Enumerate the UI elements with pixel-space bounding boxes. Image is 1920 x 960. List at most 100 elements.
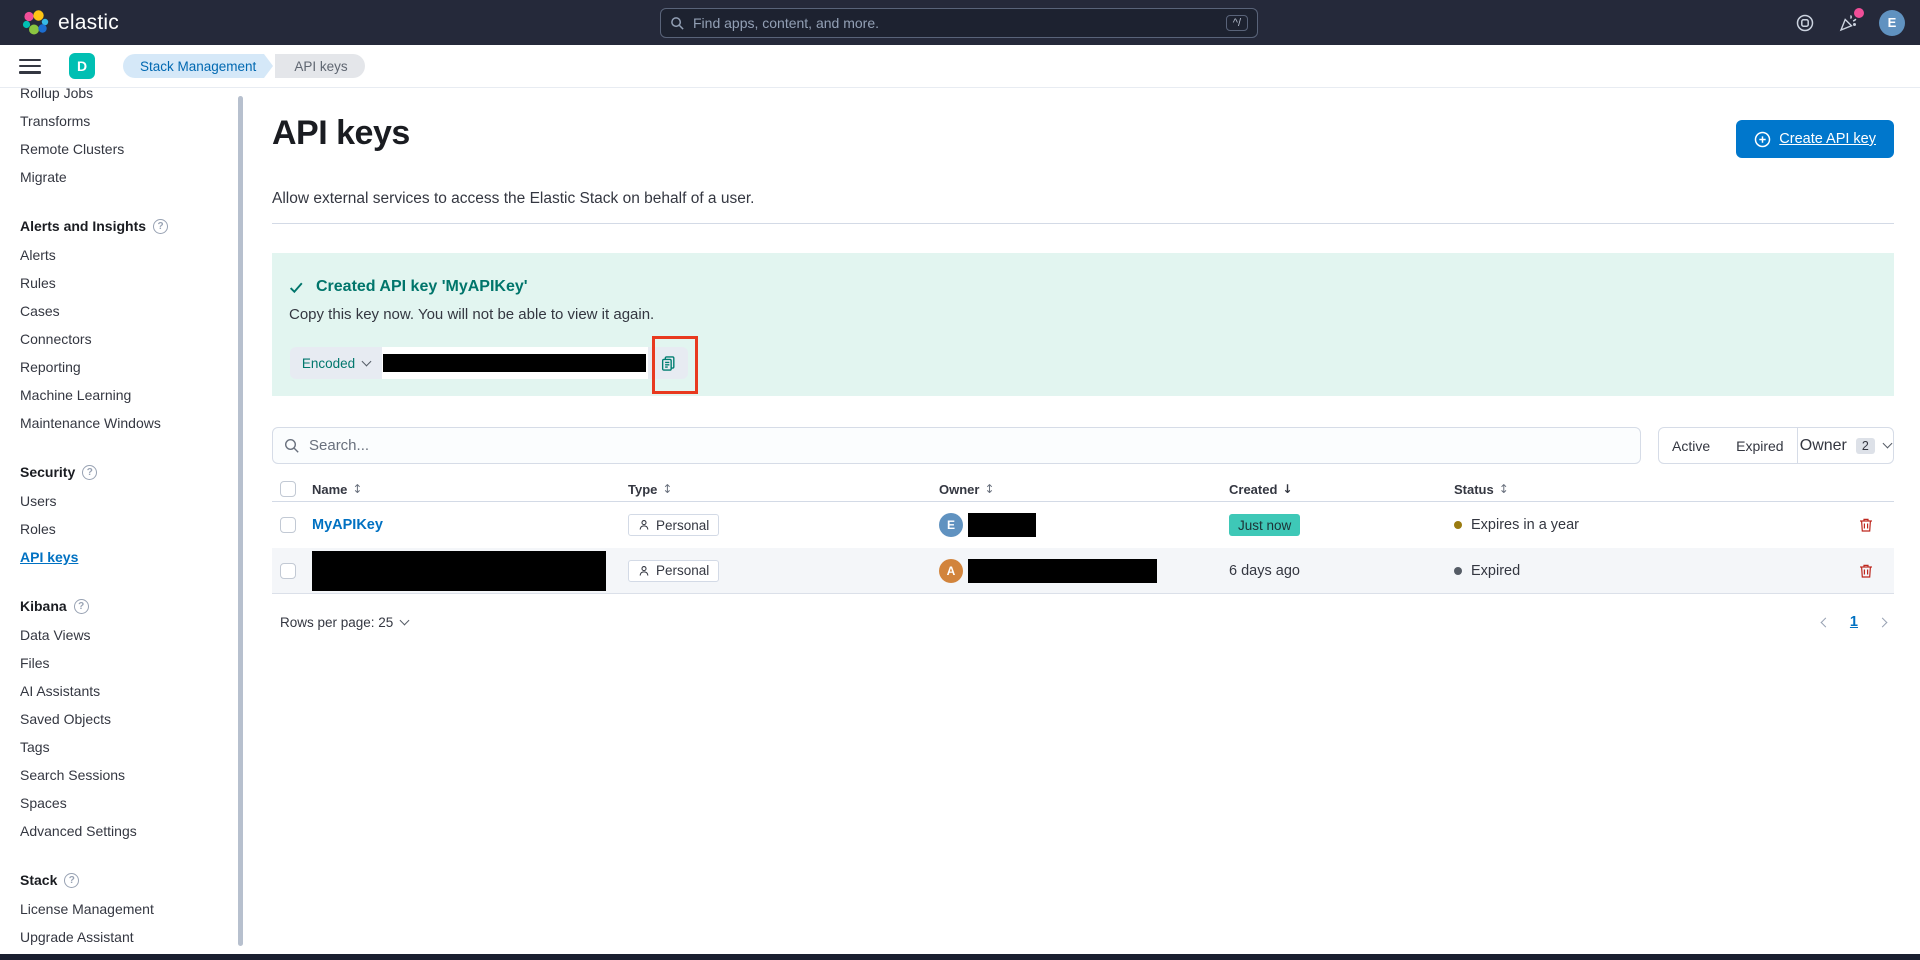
table-row: Personal A 6 days ago Expired (272, 548, 1894, 594)
sidebar-scrollbar[interactable] (238, 96, 243, 946)
row-checkbox[interactable] (280, 563, 296, 579)
sidebar-item-machine-learning[interactable]: Machine Learning (20, 381, 131, 409)
sidebar-item-api-keys[interactable]: API keys (20, 543, 78, 571)
sidebar-item-upgrade-assistant[interactable]: Upgrade Assistant (20, 923, 134, 951)
help-circle-icon: ? (64, 873, 79, 888)
sidebar-item-cases[interactable]: Cases (20, 297, 60, 325)
redacted-owner-name (968, 513, 1036, 537)
page-title: API keys (272, 114, 410, 153)
sidebar-item-rules[interactable]: Rules (20, 269, 56, 297)
page-number[interactable]: 1 (1850, 614, 1858, 630)
delete-key-button[interactable] (1852, 557, 1880, 585)
owner-cell: A (939, 559, 1229, 583)
next-page-button[interactable] (1878, 616, 1890, 628)
sidebar-heading-security: Security ? (20, 457, 245, 487)
user-avatar[interactable]: E (1879, 10, 1905, 36)
status-dot-expired (1454, 567, 1462, 575)
sidebar-item-connectors[interactable]: Connectors (20, 325, 92, 353)
sidebar-item-advanced-settings[interactable]: Advanced Settings (20, 817, 137, 845)
filter-owner-button[interactable]: Owner 2 (1798, 428, 1893, 463)
created-text: 6 days ago (1229, 563, 1454, 579)
sidebar-item-saved-objects[interactable]: Saved Objects (20, 705, 111, 733)
sidebar-item-rollup-jobs[interactable]: Rollup Jobs (20, 88, 93, 107)
search-icon (670, 16, 685, 31)
section-divider (272, 223, 1894, 224)
previous-page-button[interactable] (1818, 616, 1830, 628)
table-search-input[interactable]: Search... (272, 427, 1641, 464)
sidebar-item-roles[interactable]: Roles (20, 515, 56, 543)
newsfeed-icon[interactable] (1836, 11, 1860, 35)
copy-key-button[interactable] (648, 347, 688, 379)
sidebar-item-ai-assistants[interactable]: AI Assistants (20, 677, 100, 705)
person-icon (638, 565, 650, 577)
global-search-input[interactable]: Find apps, content, and more. ^/ (660, 8, 1258, 38)
sort-icon: ↕ (984, 482, 994, 496)
redacted-api-key (383, 354, 646, 372)
plus-circle-icon (1754, 131, 1771, 148)
sidebar-nav: Rollup Jobs Transforms Remote Clusters M… (0, 88, 245, 954)
elastic-logo[interactable]: elastic (21, 9, 119, 37)
row-checkbox[interactable] (280, 517, 296, 533)
owner-cell: E (939, 513, 1229, 537)
keyboard-shortcut-hint: ^/ (1226, 15, 1248, 31)
column-header-status[interactable]: Status↕ (1454, 482, 1846, 497)
owner-count-badge: 2 (1856, 438, 1875, 454)
sort-icon: ↕ (1499, 482, 1509, 496)
sidebar-item-data-views[interactable]: Data Views (20, 621, 91, 649)
space-badge[interactable]: D (69, 53, 95, 79)
page-subtitle: Allow external services to access the El… (272, 190, 1894, 208)
copy-icon (660, 355, 677, 372)
sidebar-item-reporting[interactable]: Reporting (20, 353, 81, 381)
api-key-value-field[interactable] (382, 347, 648, 379)
sidebar-item-tags[interactable]: Tags (20, 733, 50, 761)
sidebar-item-license-management[interactable]: License Management (20, 895, 154, 923)
bottom-edge-bar (0, 954, 1920, 960)
type-badge: Personal (628, 514, 719, 536)
breadcrumb-stack-management[interactable]: Stack Management (123, 54, 264, 78)
elastic-logo-icon (21, 9, 49, 37)
table-search-placeholder: Search... (309, 437, 369, 454)
menu-toggle-button[interactable] (19, 59, 41, 74)
breadcrumb-api-keys: API keys (275, 54, 364, 78)
sidebar-heading-kibana: Kibana ? (20, 591, 245, 621)
chevron-down-icon (400, 615, 410, 625)
filter-active-button[interactable]: Active (1659, 428, 1723, 463)
column-header-created[interactable]: Created↓ (1229, 482, 1454, 497)
sidebar-heading-stack: Stack ? (20, 865, 245, 895)
sidebar-item-users[interactable]: Users (20, 487, 57, 515)
delete-key-button[interactable] (1852, 511, 1880, 539)
filter-expired-button[interactable]: Expired (1723, 428, 1796, 463)
pagination-bar: Rows per page: 25 1 (272, 614, 1894, 630)
redacted-owner-name (968, 559, 1157, 583)
sidebar-item-alerts[interactable]: Alerts (20, 241, 56, 269)
column-header-type[interactable]: Type↕ (628, 482, 939, 497)
sidebar-item-remote-clusters[interactable]: Remote Clusters (20, 135, 124, 163)
sidebar-item-transforms[interactable]: Transforms (20, 107, 90, 135)
select-all-checkbox[interactable] (280, 481, 296, 497)
sidebar-item-maintenance-windows[interactable]: Maintenance Windows (20, 409, 161, 437)
logo-wordmark: elastic (58, 11, 119, 35)
help-circle-icon: ? (74, 599, 89, 614)
status-dot-warning (1454, 521, 1462, 529)
callout-title-text: Created API key 'MyAPIKey' (316, 278, 528, 296)
sidebar-item-search-sessions[interactable]: Search Sessions (20, 761, 125, 789)
sidebar-item-spaces[interactable]: Spaces (20, 789, 67, 817)
sort-icon: ↕ (662, 482, 672, 496)
create-api-key-button[interactable]: Create API key (1736, 120, 1894, 158)
sidebar-item-migrate[interactable]: Migrate (20, 163, 67, 191)
pager: 1 (1818, 614, 1894, 630)
api-key-control: Encoded (290, 347, 688, 379)
api-key-name-link[interactable]: MyAPIKey (312, 517, 383, 533)
column-header-name[interactable]: Name↕ (312, 482, 628, 497)
sidebar-item-files[interactable]: Files (20, 649, 50, 677)
filter-group: Active Expired Owner 2 (1658, 427, 1894, 464)
breadcrumb: Stack Management API keys (123, 54, 365, 78)
help-circle-icon: ? (82, 465, 97, 480)
column-header-owner[interactable]: Owner↕ (939, 482, 1229, 497)
rows-per-page-selector[interactable]: Rows per page: 25 (280, 615, 408, 630)
main-content: API keys Create API key Allow external s… (245, 88, 1920, 954)
key-format-dropdown[interactable]: Encoded (290, 347, 382, 379)
owner-avatar: A (939, 559, 963, 583)
chevron-down-icon (362, 356, 372, 366)
help-icon[interactable] (1793, 11, 1817, 35)
